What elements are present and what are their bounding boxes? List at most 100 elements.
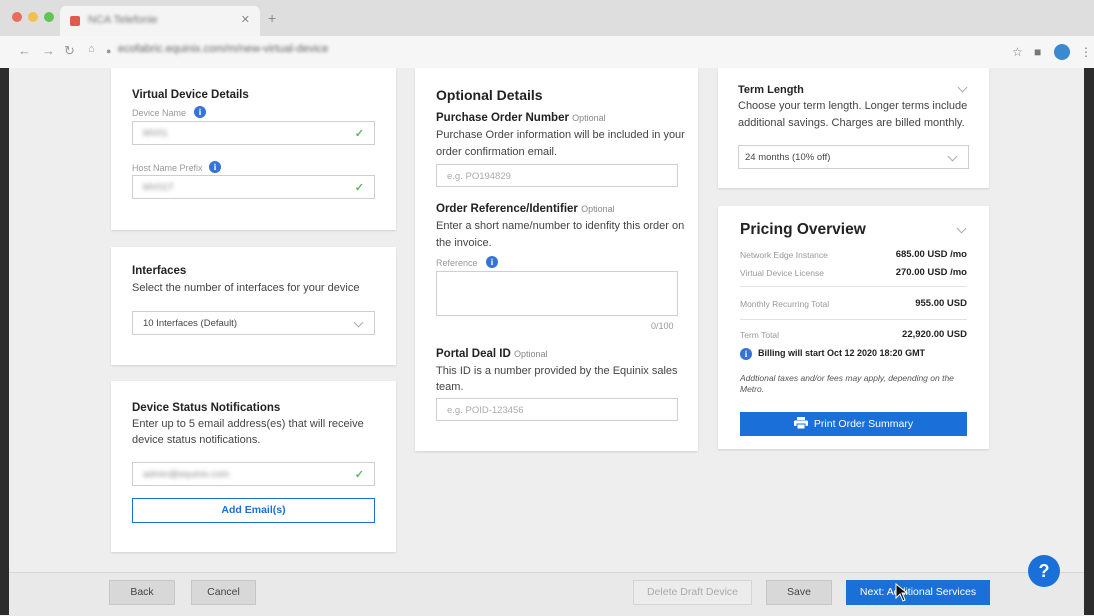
window-edge-left bbox=[0, 68, 9, 615]
interfaces-selected: 10 Interfaces (Default) bbox=[143, 318, 237, 329]
term-heading: Term Length bbox=[738, 84, 804, 96]
ref-heading-text: Order Reference/Identifier bbox=[436, 203, 578, 215]
address-bar[interactable]: ecofabric.equinix.com/m/new-virtual-devi… bbox=[118, 43, 328, 55]
lock-icon: ● bbox=[106, 46, 112, 56]
term-selected: 24 months (10% off) bbox=[745, 152, 831, 163]
pricing-overview-card: Pricing Overview Network Edge Instance 6… bbox=[718, 206, 989, 449]
ref-heading: Order Reference/Identifier Optional bbox=[436, 203, 615, 215]
new-tab-icon[interactable]: + bbox=[268, 10, 276, 26]
virtual-device-card: Virtual Device Details Device Name i MV0… bbox=[111, 68, 396, 230]
device-name-input[interactable]: MV01 ✓ bbox=[132, 121, 375, 145]
ref-description-1: Enter a short name/number to idenfity th… bbox=[436, 220, 685, 232]
reference-label: Reference bbox=[436, 258, 478, 268]
ref-description-2: the invoice. bbox=[436, 237, 492, 249]
valid-check-icon: ✓ bbox=[354, 128, 364, 140]
host-prefix-value: MV01T bbox=[143, 182, 174, 193]
save-button[interactable]: Save bbox=[766, 580, 832, 605]
device-name-label: Device Name bbox=[132, 108, 187, 118]
device-name-info-icon[interactable]: i bbox=[194, 106, 206, 118]
optional-tag: Optional bbox=[572, 113, 606, 123]
valid-check-icon: ✓ bbox=[354, 182, 364, 194]
deal-heading-text: Portal Deal ID bbox=[436, 348, 511, 360]
billing-note: Billing will start Oct 12 2020 18:20 GMT bbox=[758, 348, 926, 358]
maximize-window-button[interactable] bbox=[44, 12, 54, 22]
host-prefix-input[interactable]: MV01T ✓ bbox=[132, 175, 375, 199]
tax-note-1: Addtional taxes and/or fees may apply, d… bbox=[740, 373, 954, 383]
notifications-card: Device Status Notifications Enter up to … bbox=[111, 381, 396, 552]
term-total-value: 22,920.00 USD bbox=[902, 329, 967, 340]
cancel-button[interactable]: Cancel bbox=[191, 580, 256, 605]
price-row-label: Network Edge Instance bbox=[740, 250, 828, 260]
portal-deal-id-input[interactable]: e.g. POID-123456 bbox=[436, 398, 678, 421]
browser-tab-bar: NCA Telefonie ✕ + bbox=[0, 0, 1094, 36]
print-order-summary-button[interactable]: Print Order Summary bbox=[740, 412, 967, 436]
reference-textarea[interactable] bbox=[436, 271, 678, 316]
browser-tab[interactable]: NCA Telefonie ✕ bbox=[60, 6, 260, 36]
browser-toolbar: ← → ↻ ⌂ ● ecofabric.equinix.com/m/new-vi… bbox=[0, 36, 1094, 69]
deal-description-2: team. bbox=[436, 381, 464, 393]
optional-details-card: Optional Details Purchase Order Number O… bbox=[415, 68, 698, 451]
mouse-cursor-icon bbox=[895, 583, 909, 602]
chevron-down-icon bbox=[353, 317, 364, 328]
close-window-button[interactable] bbox=[12, 12, 22, 22]
notifications-description-2: device status notifications. bbox=[132, 434, 261, 446]
tab-title: NCA Telefonie bbox=[88, 14, 158, 26]
deal-description-1: This ID is a number provided by the Equi… bbox=[436, 365, 678, 377]
email-value: admin@equinix.com bbox=[143, 469, 230, 480]
price-row-value: 270.00 USD /mo bbox=[895, 267, 967, 278]
monthly-total-label: Monthly Recurring Total bbox=[740, 299, 830, 309]
divider bbox=[740, 319, 967, 320]
deal-heading: Portal Deal ID Optional bbox=[436, 348, 548, 360]
optional-tag: Optional bbox=[513, 349, 548, 359]
interfaces-select[interactable]: 10 Interfaces (Default) bbox=[132, 311, 375, 335]
printer-icon bbox=[793, 417, 808, 430]
host-prefix-label: Host Name Prefix bbox=[132, 163, 203, 173]
interfaces-heading: Interfaces bbox=[132, 265, 187, 277]
term-description-1: Choose your term length. Longer terms in… bbox=[738, 100, 968, 112]
term-select[interactable]: 24 months (10% off) bbox=[738, 145, 969, 169]
favicon-icon bbox=[70, 16, 80, 26]
po-number-input[interactable]: e.g. PO194829 bbox=[436, 164, 678, 187]
add-email-button[interactable]: Add Email(s) bbox=[132, 498, 375, 523]
bookmark-star-icon[interactable]: ☆ bbox=[1012, 45, 1023, 59]
delete-draft-device-button[interactable]: Delete Draft Device bbox=[633, 580, 752, 605]
term-description-2: additional savings. Charges are billed m… bbox=[738, 117, 965, 129]
back-button[interactable]: Back bbox=[109, 580, 175, 605]
print-button-label: Print Order Summary bbox=[813, 418, 914, 430]
pricing-heading: Pricing Overview bbox=[740, 221, 866, 238]
minimize-window-button[interactable] bbox=[28, 12, 38, 22]
optional-heading: Optional Details bbox=[436, 87, 543, 103]
tab-close-icon[interactable]: ✕ bbox=[241, 13, 250, 26]
po-heading: Purchase Order Number Optional bbox=[436, 112, 606, 124]
po-heading-text: Purchase Order Number bbox=[436, 112, 569, 124]
tax-note-2: Metro. bbox=[740, 384, 765, 394]
interfaces-card: Interfaces Select the number of interfac… bbox=[111, 247, 396, 365]
profile-avatar[interactable] bbox=[1054, 44, 1070, 60]
po-description-1: Purchase Order information will be inclu… bbox=[436, 129, 685, 141]
window-edge-right bbox=[1084, 68, 1094, 615]
forward-arrow-icon[interactable]: → bbox=[42, 43, 55, 58]
browser-menu-icon[interactable]: ⋮ bbox=[1080, 45, 1092, 59]
deal-placeholder: e.g. POID-123456 bbox=[447, 405, 524, 416]
chevron-down-icon bbox=[947, 151, 958, 162]
divider bbox=[740, 286, 967, 287]
reference-counter: 0/100 bbox=[651, 321, 674, 331]
monthly-total-value: 955.00 USD bbox=[915, 298, 967, 309]
email-input[interactable]: admin@equinix.com ✓ bbox=[132, 462, 375, 486]
term-total-label: Term Total bbox=[740, 330, 780, 340]
home-icon[interactable]: ⌂ bbox=[88, 43, 95, 55]
next-additional-services-button[interactable]: Next: Additional Services bbox=[846, 580, 990, 605]
virtual-device-heading: Virtual Device Details bbox=[132, 89, 249, 101]
price-row-value: 685.00 USD /mo bbox=[895, 249, 967, 260]
optional-tag: Optional bbox=[581, 204, 615, 214]
back-arrow-icon[interactable]: ← bbox=[18, 43, 31, 58]
chevron-down-icon[interactable] bbox=[956, 223, 967, 234]
extension-icon[interactable]: ■ bbox=[1034, 45, 1041, 59]
footer-bar: Back Cancel Delete Draft Device Save Nex… bbox=[9, 572, 1084, 616]
help-button[interactable]: ? bbox=[1028, 555, 1060, 587]
po-placeholder: e.g. PO194829 bbox=[447, 171, 511, 182]
reload-icon[interactable]: ↻ bbox=[64, 43, 75, 59]
chevron-down-icon[interactable] bbox=[957, 82, 968, 93]
reference-info-icon[interactable]: i bbox=[486, 256, 498, 268]
host-prefix-info-icon[interactable]: i bbox=[209, 161, 221, 173]
